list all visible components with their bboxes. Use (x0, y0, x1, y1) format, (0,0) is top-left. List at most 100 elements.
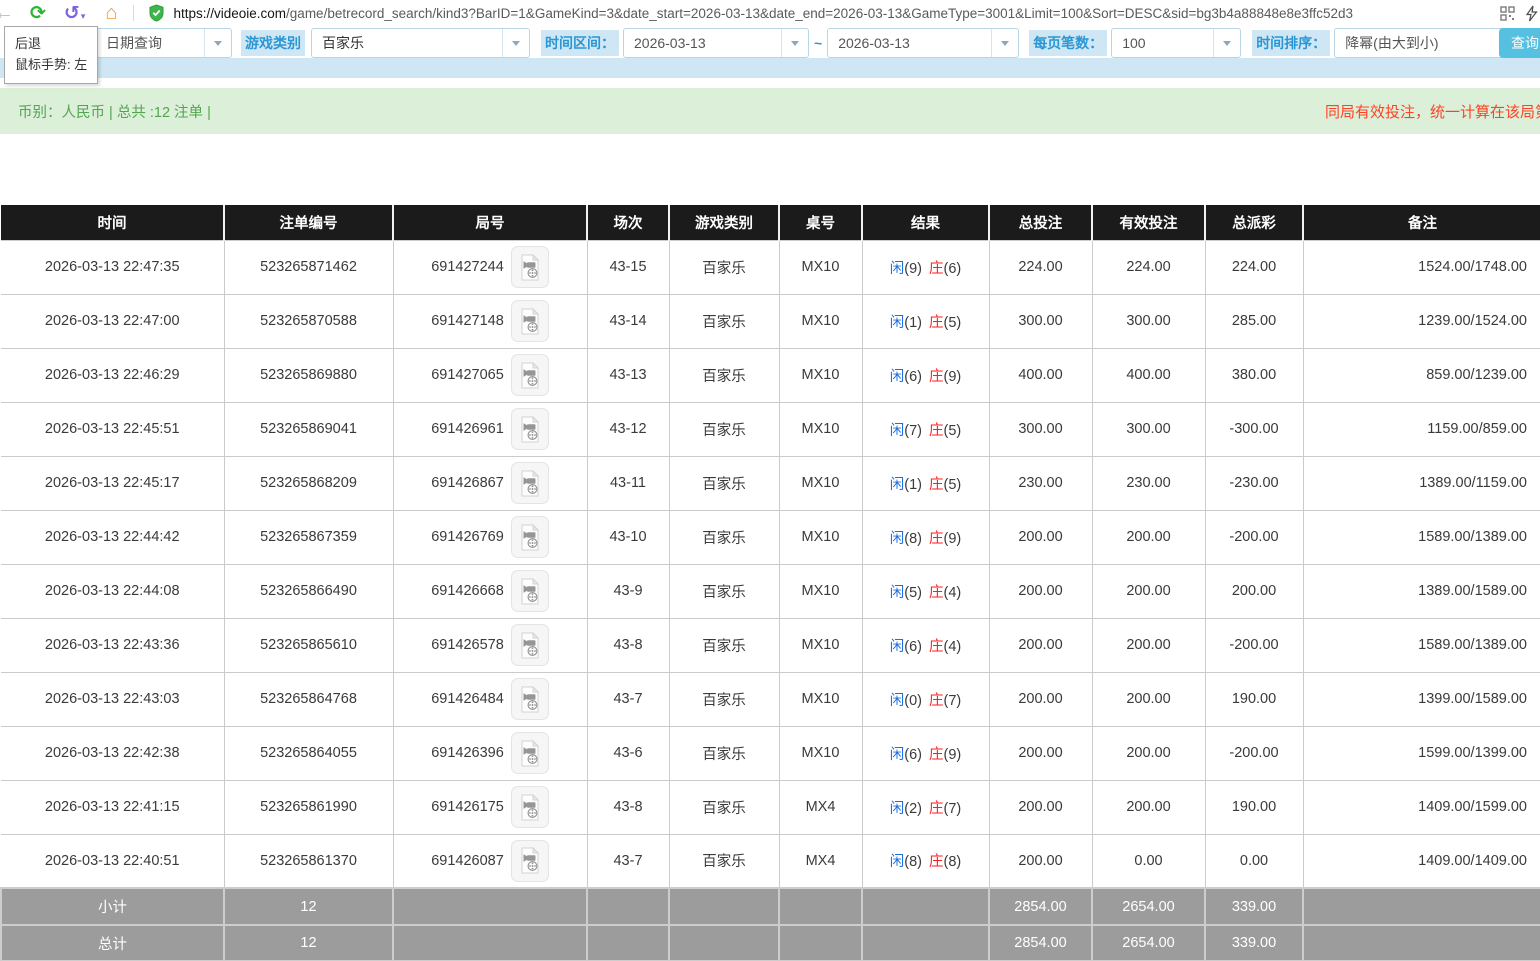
lightning-icon[interactable] (1525, 5, 1538, 22)
undo-icon[interactable]: ↺ (64, 4, 80, 23)
security-shield-icon[interactable] (148, 4, 165, 22)
cell-payout: 0.00 (1205, 834, 1303, 888)
cell-time: 2026-03-13 22:41:15 (1, 780, 224, 834)
cell-round: 691426175 (393, 780, 587, 834)
player-points: (9) (904, 261, 922, 277)
banker-points: (9) (944, 531, 962, 547)
cell-payout: 380.00 (1205, 348, 1303, 402)
subtotal-total-bet: 2854.00 (989, 888, 1092, 925)
cell-game-type: 百家乐 (669, 240, 779, 294)
banker-points: (6) (944, 261, 962, 277)
video-replay-button[interactable] (511, 516, 549, 558)
summary-bar: 币别：人民币 | 总共 :12 注单 | 同局有效投注，统一计算在该局第 (0, 88, 1540, 134)
round-number: 691426961 (431, 421, 504, 437)
video-file-icon (519, 847, 541, 874)
date-query-select[interactable]: 日期查询 (95, 28, 232, 58)
page-size-select[interactable]: 100 (1111, 28, 1241, 58)
date-start-select[interactable]: 2026-03-13 (623, 28, 809, 58)
table-row: 2026-03-13 22:43:36 523265865610 6914265… (1, 618, 1540, 672)
qr-code-icon[interactable] (1500, 6, 1515, 21)
banker-points: (8) (944, 854, 962, 870)
video-replay-button[interactable] (511, 570, 549, 612)
round-number: 691426769 (431, 529, 504, 545)
header-session: 场次 (587, 205, 669, 240)
cell-valid-bet: 224.00 (1092, 240, 1205, 294)
cell-remark: 1389.00/1589.00 (1303, 564, 1540, 618)
cell-session: 43-12 (587, 402, 669, 456)
sort-value: 降幂(由大到小) (1345, 33, 1438, 53)
table-row: 2026-03-13 22:46:29 523265869880 6914270… (1, 348, 1540, 402)
cell-round: 691426396 (393, 726, 587, 780)
video-replay-button[interactable] (511, 678, 549, 720)
game-category-select[interactable]: 百家乐 (311, 28, 530, 58)
cell-time: 2026-03-13 22:47:00 (1, 294, 224, 348)
date-end-select[interactable]: 2026-03-13 (827, 28, 1019, 58)
cell-table-no: MX10 (779, 456, 862, 510)
address-bar[interactable]: https://videoie.com/game/betrecord_searc… (173, 6, 1353, 21)
home-icon[interactable]: ⌂ (105, 3, 117, 23)
video-replay-button[interactable] (511, 732, 549, 774)
cell-payout: -230.00 (1205, 456, 1303, 510)
video-file-icon (519, 794, 541, 821)
cell-total-bet: 300.00 (989, 402, 1092, 456)
video-replay-button[interactable] (511, 462, 549, 504)
player-points: (8) (904, 854, 922, 870)
video-replay-button[interactable] (511, 300, 549, 342)
subtotal-payout: 339.00 (1205, 888, 1303, 925)
cell-valid-bet: 300.00 (1092, 402, 1205, 456)
player-label: 闲 (890, 477, 905, 493)
cell-total-bet: 230.00 (989, 456, 1092, 510)
refresh-icon[interactable]: ⟳ (30, 4, 46, 23)
search-button[interactable]: 查询 (1499, 28, 1540, 58)
banker-label: 庄 (929, 477, 944, 493)
page-size-value: 100 (1122, 35, 1145, 51)
chevron-down-icon (204, 29, 231, 57)
cell-session: 43-11 (587, 456, 669, 510)
cell-table-no: MX10 (779, 564, 862, 618)
url-domain: videoie.com (214, 6, 286, 21)
cell-bet-id: 523265866490 (224, 564, 393, 618)
cell-table-no: MX10 (779, 672, 862, 726)
table-row: 2026-03-13 22:47:35 523265871462 6914272… (1, 240, 1540, 294)
grand-total-row: 总计 12 2854.00 2654.00 339.00 (1, 925, 1540, 961)
cell-bet-id: 523265870588 (224, 294, 393, 348)
banker-points: (7) (944, 693, 962, 709)
game-category-value: 百家乐 (322, 33, 364, 53)
cell-total-bet: 200.00 (989, 672, 1092, 726)
cell-round: 691427065 (393, 348, 587, 402)
video-replay-button[interactable] (511, 408, 549, 450)
player-label: 闲 (890, 423, 905, 439)
cell-remark: 1399.00/1589.00 (1303, 672, 1540, 726)
cell-game-type: 百家乐 (669, 402, 779, 456)
video-replay-button[interactable] (511, 840, 549, 882)
bet-record-table: 时间 注单编号 局号 场次 游戏类别 桌号 结果 总投注 有效投注 总派彩 备注… (0, 205, 1540, 961)
cell-valid-bet: 200.00 (1092, 726, 1205, 780)
date-start-value: 2026-03-13 (634, 35, 706, 51)
video-replay-button[interactable] (511, 786, 549, 828)
video-replay-button[interactable] (511, 624, 549, 666)
cell-round: 691426484 (393, 672, 587, 726)
video-replay-button[interactable] (511, 246, 549, 288)
player-label: 闲 (890, 315, 905, 331)
date-query-value: 日期查询 (106, 33, 162, 53)
video-replay-button[interactable] (511, 354, 549, 396)
empty-cell (862, 925, 989, 961)
grand-total-payout: 339.00 (1205, 925, 1303, 961)
back-icon[interactable]: ← (0, 3, 14, 23)
undo-dropdown-caret-icon[interactable]: ▾ (81, 12, 86, 21)
cell-result: 闲(5)庄(4) (862, 564, 989, 618)
cell-bet-id: 523265864768 (224, 672, 393, 726)
round-number: 691426867 (431, 475, 504, 491)
empty-cell (862, 888, 989, 925)
player-label: 闲 (890, 531, 905, 547)
cell-game-type: 百家乐 (669, 294, 779, 348)
cell-game-type: 百家乐 (669, 618, 779, 672)
video-file-icon (519, 308, 541, 335)
cell-total-bet: 200.00 (989, 564, 1092, 618)
banker-label: 庄 (929, 693, 944, 709)
date-range-tilde: ~ (814, 35, 822, 51)
banker-points: (5) (944, 423, 962, 439)
url-scheme: https:// (173, 6, 214, 21)
cell-time: 2026-03-13 22:46:29 (1, 348, 224, 402)
cell-remark: 1524.00/1748.00 (1303, 240, 1540, 294)
